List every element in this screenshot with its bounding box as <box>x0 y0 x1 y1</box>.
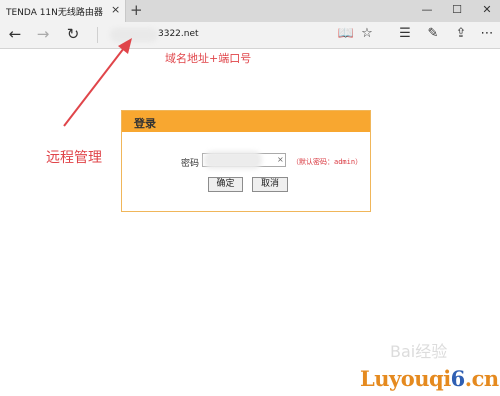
login-dialog-header: 登录 <box>122 111 370 132</box>
annotation-domain-port: 域名地址+端口号 <box>165 52 252 65</box>
login-dialog: 登录 密码 × （默认密码：admin） 确定 取消 <box>121 110 371 212</box>
watermark-part2: 6 <box>450 366 466 391</box>
clear-icon[interactable]: × <box>277 155 284 164</box>
password-blur <box>204 151 262 169</box>
watermark-part3: .cn <box>464 366 499 391</box>
annotation-remote-manage: 远程管理 <box>46 150 102 166</box>
default-password-hint: （默认密码：admin） <box>292 158 363 166</box>
arrow-shaft <box>63 47 125 127</box>
baidu-watermark: Bai经验 <box>390 342 448 361</box>
login-title: 登录 <box>134 117 156 130</box>
password-label: 密码 <box>181 159 200 169</box>
ok-button[interactable]: 确定 <box>208 177 243 192</box>
site-watermark: Luyouqi6.cn <box>360 366 499 391</box>
watermark-part1: Luyouqi <box>360 366 451 391</box>
cancel-button[interactable]: 取消 <box>252 177 288 192</box>
